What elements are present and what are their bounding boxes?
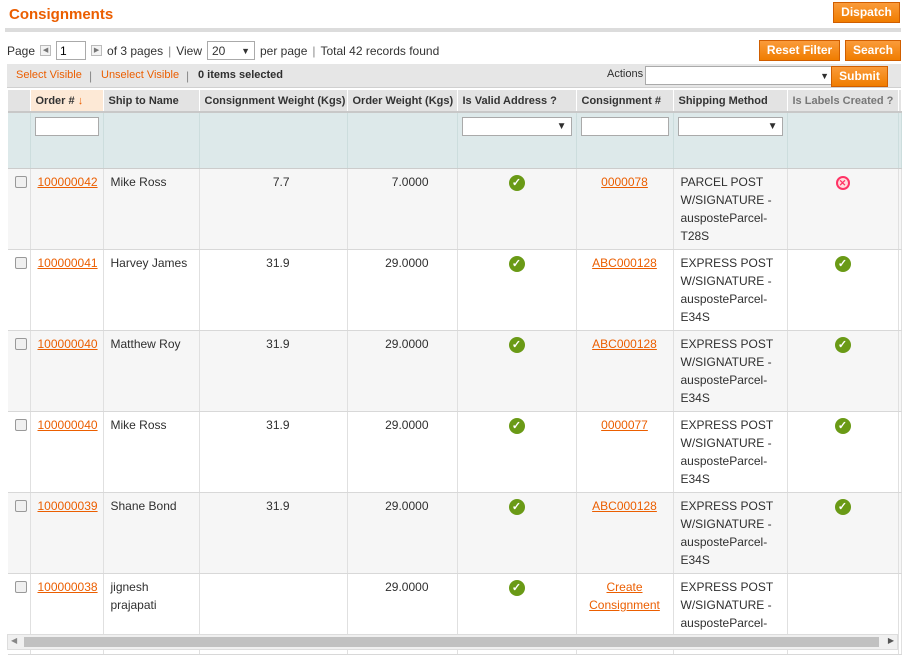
col-consignment-number[interactable]: Consignment # (576, 90, 674, 113)
chevron-down-icon: ▼ (241, 45, 250, 56)
header-row: Order # ↓ Ship to Name Consignment Weigh… (8, 90, 902, 113)
order-weight: 29.0000 (347, 492, 458, 574)
per-page-select[interactable]: 20 ▼ (207, 41, 255, 60)
consignment-link[interactable]: ABC000128 (592, 337, 657, 351)
order-link[interactable]: 100000038 (38, 580, 98, 594)
col-order[interactable]: Order # ↓ (30, 90, 104, 113)
shipping-method-filter-select[interactable]: ▼ (677, 117, 783, 136)
shipping-method: EXPRESS POST W/SIGNATURE - auspostePar­c… (673, 330, 788, 412)
page-input[interactable] (56, 41, 87, 60)
table-row: 100000039 Shane Bond 31.9 29.0000 ✓ ABC0… (8, 492, 902, 574)
reset-filter-button[interactable]: Reset Filter (759, 40, 840, 61)
filter-row: ▼ ▼ (8, 112, 902, 169)
check-icon: ✓ (834, 336, 851, 353)
order-weight: 7.0000 (347, 168, 458, 250)
scroll-right-icon: ▶ (887, 636, 894, 645)
row-checkbox[interactable] (15, 418, 27, 431)
ship-name: Matthew Roy (103, 330, 200, 412)
order-link[interactable]: 100000041 (38, 256, 98, 270)
page-count: of 3 pages (107, 43, 164, 58)
table-row: 100000042 Mike Ross 7.7 7.0000 ✓ 0000078… (8, 168, 902, 250)
col-consignment-weight[interactable]: Consignment Weight (Kgs) (199, 90, 348, 113)
consignment-weight: 31.9 (199, 249, 348, 331)
select-visible-link[interactable]: Select Visible (16, 69, 82, 81)
consignment-weight: 31.9 (199, 492, 348, 574)
check-icon: ✓ (834, 255, 851, 272)
shipping-method: PARCEL POST W/SIGNATURE - auspostePar­ce… (673, 168, 788, 250)
order-link[interactable]: 100000042 (38, 175, 98, 189)
row-checkbox[interactable] (15, 337, 27, 350)
row-checkbox[interactable] (15, 580, 27, 593)
divider (5, 28, 901, 32)
check-icon: ✓ (508, 174, 525, 191)
row-checkbox[interactable] (15, 175, 27, 188)
row-checkbox[interactable] (15, 256, 27, 269)
page-title: Consignments (9, 6, 114, 23)
shipping-method: EXPRESS POST W/SIGNATURE - auspostePar­c… (673, 492, 788, 574)
check-icon: ✓ (508, 498, 525, 515)
check-icon: ✓ (508, 417, 525, 434)
actions-select[interactable]: ▼ (645, 66, 834, 85)
order-weight: 29.0000 (347, 249, 458, 331)
order-link[interactable]: 100000040 (38, 418, 98, 432)
col-order-weight[interactable]: Order Weight (Kgs) (347, 90, 458, 113)
dispatch-button[interactable]: Dispatch (833, 2, 900, 23)
unselect-visible-link[interactable]: Unselect Visible (101, 69, 179, 81)
col-ship-name[interactable]: Ship to Name (103, 90, 200, 113)
ship-name: Mike Ross (103, 411, 200, 493)
consignment-link[interactable]: ABC000128 (592, 499, 657, 513)
valid-address-filter-select[interactable]: ▼ (461, 117, 572, 136)
ship-name: Shane Bond (103, 492, 200, 574)
check-icon: ✓ (508, 579, 525, 596)
col-labels-created[interactable]: Is Labels Created ? (787, 90, 899, 113)
view-label: View (176, 43, 202, 58)
row-checkbox[interactable] (15, 499, 27, 512)
check-icon: ✓ (834, 498, 851, 515)
consignments-grid: Order # ↓ Ship to Name Consignment Weigh… (8, 90, 902, 655)
order-weight: 29.0000 (347, 330, 458, 412)
submit-button[interactable]: Submit (831, 66, 888, 87)
ship-name: Harvey James (103, 249, 200, 331)
ship-name: Mike Ross (103, 168, 200, 250)
order-link[interactable]: 100000040 (38, 337, 98, 351)
consignment-weight: 31.9 (199, 330, 348, 412)
shipping-method: EXPRESS POST W/SIGNATURE - auspostePar­c… (673, 411, 788, 493)
consignment-filter-input[interactable] (580, 117, 669, 136)
table-row: 100000040 Matthew Roy 31.9 29.0000 ✓ ABC… (8, 330, 902, 412)
prev-page-icon[interactable]: ◀ (40, 45, 52, 56)
col-valid-address[interactable]: Is Valid Address ? (457, 90, 577, 113)
check-icon: ✓ (508, 336, 525, 353)
table-row: 100000040 Mike Ross 31.9 29.0000 ✓ 00000… (8, 411, 902, 493)
consignment-link[interactable]: 0000077 (601, 418, 648, 432)
order-link[interactable]: 100000039 (38, 499, 98, 513)
order-filter-input[interactable] (34, 117, 99, 136)
items-selected: 0 items selected (198, 69, 283, 81)
shipping-method: EXPRESS POST W/SIGNATURE - auspostePar­c… (673, 249, 788, 331)
horizontal-scrollbar[interactable]: ◀ ▶ (7, 634, 898, 650)
chevron-down-icon: ▼ (820, 70, 829, 81)
consignment-link[interactable]: 0000078 (601, 175, 648, 189)
scrollbar-thumb[interactable] (24, 637, 879, 647)
next-page-icon[interactable]: ▶ (91, 45, 103, 56)
table-row: 100000041 Harvey James 31.9 29.0000 ✓ AB… (8, 249, 902, 331)
scroll-left-icon: ◀ (11, 636, 18, 645)
actions-label: Actions (607, 68, 644, 80)
per-page-label: per page (260, 43, 308, 58)
consignment-weight: 7.7 (199, 168, 348, 250)
sort-down-icon: ↓ (77, 94, 84, 107)
check-icon: ✓ (508, 255, 525, 272)
order-weight: 29.0000 (347, 411, 458, 493)
error-icon: ✕ (835, 175, 850, 190)
total-records: Total 42 records found (320, 43, 440, 58)
consignment-link[interactable]: ABC000128 (592, 256, 657, 270)
consignment-weight: 31.9 (199, 411, 348, 493)
page-label: Page (7, 43, 36, 58)
massaction-bar: Select Visible | Unselect Visible | 0 it… (7, 64, 901, 88)
search-button[interactable]: Search (845, 40, 901, 61)
check-icon: ✓ (834, 417, 851, 434)
pager: Page ◀ ▶ of 3 pages | View 20▼ per page … (7, 41, 439, 60)
col-shipping-method[interactable]: Shipping Method (673, 90, 788, 113)
create-consignment-link[interactable]: Create Consignment (589, 580, 660, 612)
